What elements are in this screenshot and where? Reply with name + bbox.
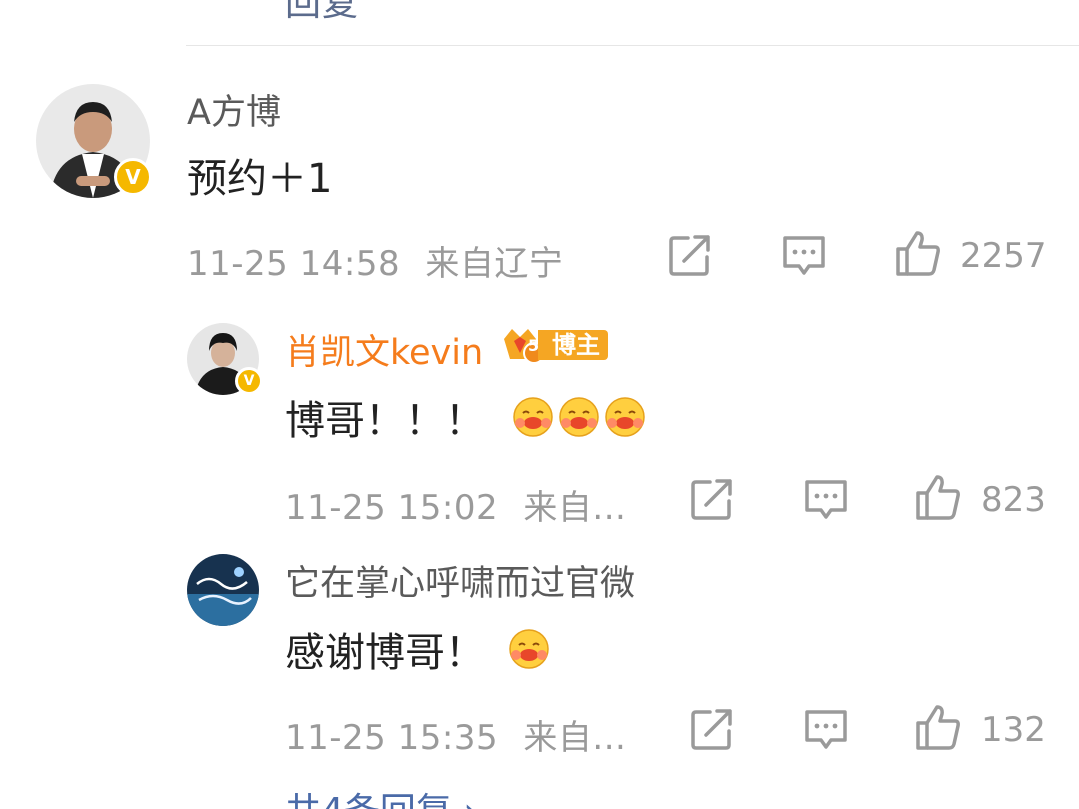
like-count: 2257 [960,236,1047,276]
comment-icon[interactable] [803,709,849,751]
blogger-badge: 5 博主 [500,328,608,364]
share-icon[interactable] [690,477,734,521]
comment-icon[interactable] [803,479,849,521]
username[interactable]: A方博 [187,84,281,135]
comment-body: 博哥！！！ [285,398,485,444]
thumbs-up-icon[interactable] [894,229,942,277]
comment-meta: 11-25 14:58 来自辽宁 [187,236,563,285]
thumbs-up-icon[interactable] [914,703,962,751]
username[interactable]: 它在掌心呼啸而过官微 [285,555,635,606]
verified-badge-icon: V [235,367,263,395]
avatar-image [187,554,259,626]
comment-text: 感谢博哥！ [285,620,551,678]
timestamp: 11-25 15:02 [285,488,499,528]
timestamp: 11-25 15:35 [285,718,499,758]
comment-icon[interactable] [781,235,827,277]
timestamp: 11-25 14:58 [187,244,401,284]
like-count: 132 [981,710,1046,750]
hugging-face-emoji [559,397,599,437]
comment-text: 博哥！！！ [285,388,647,446]
divider [186,45,1079,46]
avatar[interactable]: V [187,323,263,395]
share-icon[interactable] [690,707,734,751]
hugging-face-emoji [509,629,549,669]
thumbs-up-icon[interactable] [914,473,962,521]
comment-meta: 11-25 15:02 来自... [285,480,626,529]
hugging-face-emoji [513,397,553,437]
verified-badge-icon: V [114,158,152,196]
location: 来自辽宁 [425,244,564,284]
location: 来自... [523,488,627,528]
thread-connector-dots: ...... [192,788,262,809]
badge-level: 5 [528,336,540,355]
badge-label: 博主 [538,330,608,360]
avatar[interactable] [187,554,259,626]
comment-body: 感谢博哥！ [285,630,485,676]
location: 来自... [523,718,627,758]
like-count: 823 [981,480,1046,520]
username[interactable]: 肖凯文kevin [285,324,483,375]
comment-meta: 11-25 15:35 来自... [285,710,626,759]
avatar[interactable]: V [36,84,152,198]
previous-reply-link[interactable]: 回复 [285,0,359,26]
hugging-face-emoji [605,397,645,437]
more-replies-link[interactable]: 共4条回复 › [285,782,478,809]
comment-thread: 回复 V A方博 预约＋1 11-25 14:58 来自辽宁 2257 V 肖凯… [0,0,1079,809]
comment-text: 预约＋1 [187,156,333,202]
share-icon[interactable] [668,233,712,277]
